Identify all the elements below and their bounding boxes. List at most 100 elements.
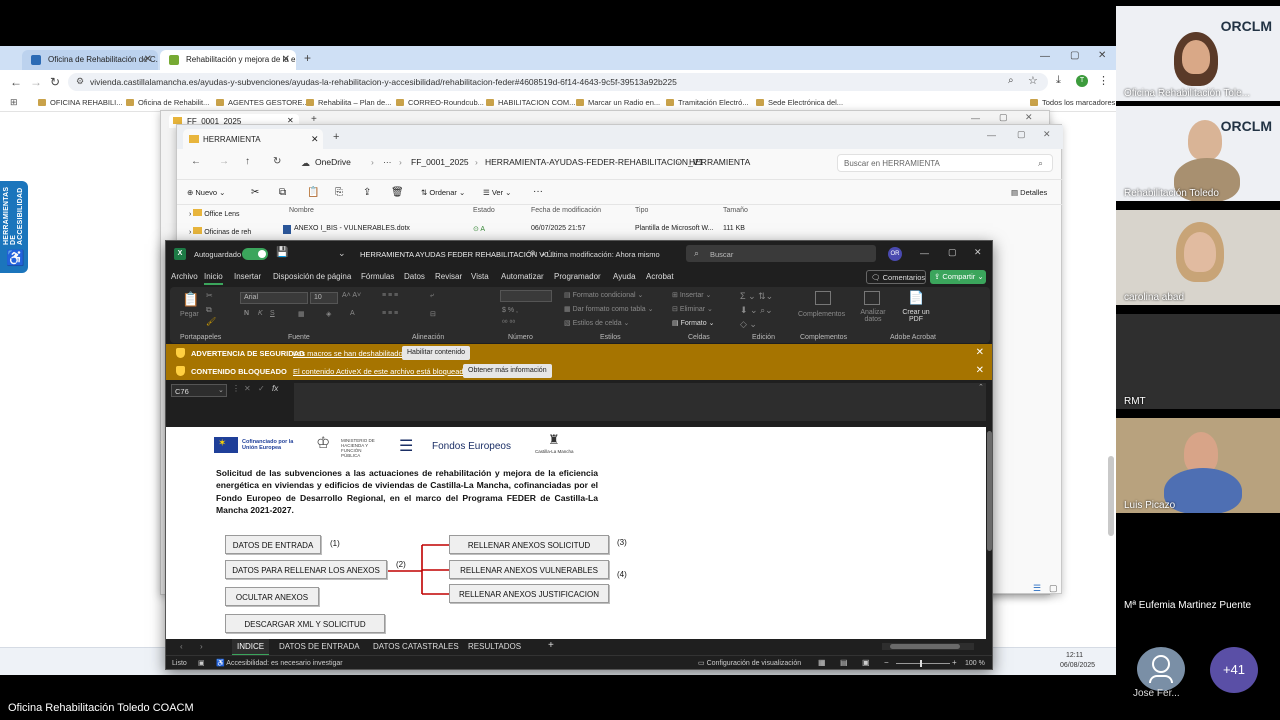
close-bar-icon[interactable]: ✕	[976, 365, 984, 376]
menu-archivo[interactable]: Archivo	[171, 272, 198, 281]
italic-icon[interactable]: K	[258, 310, 263, 317]
bookmark-item[interactable]: AGENTES GESTORE...	[216, 98, 309, 107]
up-icon[interactable]: ↑	[245, 156, 250, 167]
breadcrumb-item[interactable]: ···	[383, 157, 392, 167]
underline-icon[interactable]: S	[270, 310, 275, 317]
explorer-search-box[interactable]: Buscar en HERRAMIENTA ⌕	[837, 154, 1053, 172]
bookmark-item[interactable]: Marcar un Radio en...	[576, 98, 660, 107]
breadcrumb-item[interactable]: OneDrive	[315, 157, 351, 167]
share-button[interactable]: ⇪ Compartir ⌄	[930, 270, 986, 284]
share-icon[interactable]: ⇪	[363, 187, 371, 198]
font-color-icon[interactable]: A	[350, 310, 355, 317]
maximize-icon[interactable]: ▢	[999, 112, 1008, 123]
format-table-button[interactable]: ▦ Dar formato como tabla ⌄	[564, 305, 654, 313]
menu-acrobat[interactable]: Acrobat	[646, 272, 674, 281]
column-header-size[interactable]: Tamaño	[723, 207, 748, 214]
new-button[interactable]: ⊕ Nuevo ⌄	[187, 188, 225, 197]
column-header-name[interactable]: Nombre	[289, 207, 314, 214]
profile-avatar[interactable]: T	[1076, 75, 1088, 87]
menu-datos[interactable]: Datos	[404, 272, 425, 281]
column-header-status[interactable]: Estado	[473, 207, 495, 214]
close-window-icon[interactable]: ✕	[974, 247, 982, 258]
menu-programador[interactable]: Programador	[554, 272, 601, 281]
macro-record-icon[interactable]: ▣	[198, 659, 205, 667]
menu-formulas[interactable]: Fórmulas	[361, 272, 394, 281]
bookmark-item[interactable]: Tramitación Electró...	[666, 98, 749, 107]
descargar-xml-button[interactable]: DESCARGAR XML Y SOLICITUD	[225, 614, 385, 633]
delete-cells-button[interactable]: ⊟ Eliminar ⌄	[672, 305, 713, 313]
table-row[interactable]: ANEXO I_BIS - VULNERABLES.dotx ⊙ A 06/07…	[277, 221, 797, 235]
participant-tile[interactable]: ORCLM Rehabilitación Toledo	[1116, 106, 1280, 201]
bookmark-star-icon[interactable]: ☆	[1028, 74, 1038, 87]
back-icon[interactable]: ←	[10, 75, 22, 89]
participant-tile[interactable]: ORCLM Oficina Rehabilitación Tole...	[1116, 6, 1280, 101]
insert-cells-button[interactable]: ⊞ Insertar ⌄	[672, 291, 711, 299]
expand-formula-icon[interactable]: ⌃	[978, 383, 984, 391]
participant-tile[interactable]: RMT	[1116, 314, 1280, 409]
wrap-text-icon[interactable]: ⤶	[430, 292, 434, 300]
close-tab-icon[interactable]: ✕	[144, 54, 152, 65]
maximize-icon[interactable]: ▢	[1070, 50, 1079, 61]
menu-kebab-icon[interactable]: ⋮	[1098, 74, 1109, 87]
column-header-type[interactable]: Tipo	[635, 207, 648, 214]
search-input[interactable]: ⌕ Buscar	[686, 245, 876, 262]
menu-ayuda[interactable]: Ayuda	[613, 272, 636, 281]
page-layout-icon[interactable]: ▤	[840, 658, 848, 667]
name-box[interactable]: C76 ⌄	[171, 384, 227, 397]
refresh-icon[interactable]: ↻	[273, 156, 281, 167]
align-left-icon[interactable]: ≡ ≡ ≡	[382, 310, 398, 317]
vertical-scrollbar[interactable]	[986, 427, 992, 639]
participant-tile[interactable]: Mª Eufemia Martinez Puente	[1116, 522, 1280, 617]
rellenar-anexos-vulnerables-button[interactable]: RELLENAR ANEXOS VULNERABLES	[449, 560, 609, 579]
insert-function-button[interactable]: fx	[272, 384, 278, 393]
copy-icon[interactable]: ⧉	[206, 305, 212, 315]
borders-icon[interactable]: ▦	[298, 310, 305, 318]
accessibility-tools-widget[interactable]: HERRAMIENTAS DE ACCESIBILIDAD ♿	[0, 181, 28, 273]
sheet-tab-datos-entrada[interactable]: DATOS DE ENTRADA	[279, 642, 360, 651]
bookmark-item[interactable]: CORREO-Roundcub...	[396, 98, 484, 107]
bold-icon[interactable]: N	[244, 310, 249, 317]
tree-item[interactable]: › Office Lens	[189, 209, 240, 218]
ocultar-anexos-button[interactable]: OCULTAR ANEXOS	[225, 587, 319, 606]
font-grow-icon[interactable]: A˄ A˅	[342, 292, 361, 299]
rename-icon[interactable]: ⎘	[335, 187, 343, 198]
minimize-icon[interactable]: —	[971, 113, 980, 123]
close-window-icon[interactable]: ✕	[1025, 112, 1033, 123]
clear-icon[interactable]: ◇ ⌄	[740, 319, 757, 330]
close-tab-icon[interactable]: ✕	[282, 54, 290, 65]
zoom-slider[interactable]	[896, 660, 950, 667]
browser-tab-oficina[interactable]: Oficina de Rehabilitación de C... ✕	[22, 50, 158, 70]
menu-inicio[interactable]: Inicio	[204, 272, 223, 285]
user-avatar[interactable]: OR	[888, 247, 902, 261]
forward-icon[interactable]: →	[30, 75, 42, 89]
new-tab-button[interactable]: +	[304, 51, 311, 65]
display-settings-button[interactable]: ▭ Configuración de visualización	[698, 659, 801, 667]
bookmark-item[interactable]: Rehabilita – Plan de...	[306, 98, 391, 107]
prev-sheet-icon[interactable]: ‹	[180, 642, 183, 651]
zoom-icon[interactable]: ⌕	[1008, 75, 1014, 86]
activex-blocked-link[interactable]: El contenido ActiveX de este archivo est…	[293, 367, 470, 376]
close-window-icon[interactable]: ✕	[1098, 50, 1106, 61]
last-modified-label[interactable]: • Última modificación: Ahora mismo	[542, 250, 660, 259]
fill-icon[interactable]: ⬇ ⌄ ⌕⌄	[740, 305, 773, 316]
bookmark-item[interactable]: OFICINA REHABILI...	[38, 98, 123, 107]
more-options-icon[interactable]: ···	[533, 186, 543, 197]
breadcrumb-item[interactable]: HERRAMIENTA	[689, 157, 750, 167]
cancel-icon[interactable]: ✕	[244, 384, 251, 393]
sort-button[interactable]: ⇅ Ordenar ⌄	[421, 188, 465, 197]
address-bar[interactable]: ⚙ vivienda.castillalamancha.es/ayudas-y-…	[68, 73, 1048, 91]
sheet-tab-resultados[interactable]: RESULTADOS	[468, 642, 521, 651]
minimize-icon[interactable]: —	[987, 130, 996, 140]
participant-tile[interactable]: Luis Picazo	[1116, 418, 1280, 513]
menu-revisar[interactable]: Revisar	[435, 272, 462, 281]
forward-icon[interactable]: →	[219, 156, 229, 167]
datos-anexos-button[interactable]: DATOS PARA RELLENAR LOS ANEXOS	[225, 560, 387, 579]
apps-grid-icon[interactable]: ⊞	[10, 97, 18, 108]
create-pdf-icon[interactable]: 📄	[908, 290, 924, 306]
menu-disposicion[interactable]: Disposición de página	[273, 272, 351, 281]
delete-icon[interactable]: 🗑	[391, 187, 404, 198]
bookmark-item[interactable]: HABILITACION COM...	[486, 98, 575, 107]
page-break-icon[interactable]: ▣	[862, 658, 870, 667]
datos-de-entrada-button[interactable]: DATOS DE ENTRADA	[225, 535, 321, 554]
cut-icon[interactable]: ✂	[251, 187, 259, 198]
